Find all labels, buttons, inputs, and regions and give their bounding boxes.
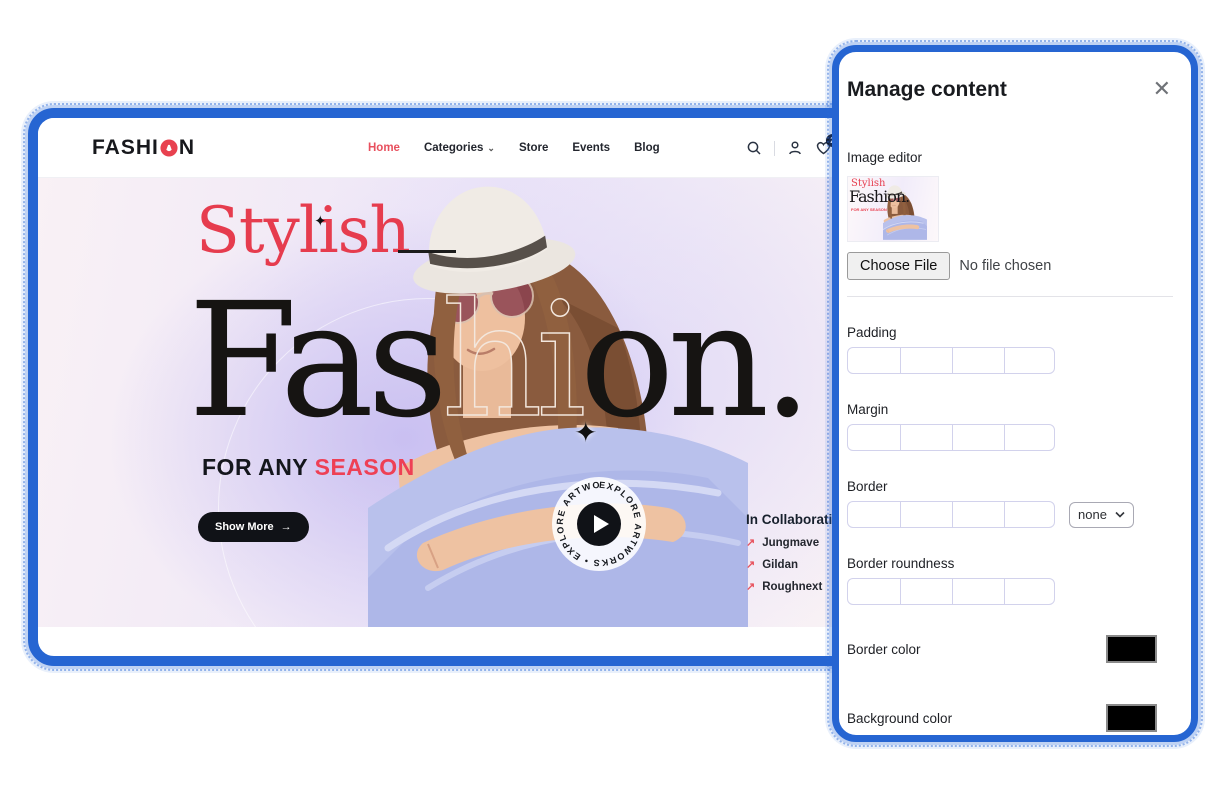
arrow-up-right-icon: ↗ [746, 536, 755, 549]
margin-input-4[interactable] [1004, 425, 1055, 450]
border-input-1[interactable] [848, 502, 900, 527]
border-input-2[interactable] [900, 502, 952, 527]
hero-title-dash [398, 250, 456, 253]
search-icon[interactable] [746, 140, 762, 156]
nav-home[interactable]: Home [368, 142, 400, 154]
logo-text-right: N [179, 136, 195, 160]
padding-input-4[interactable] [1004, 348, 1055, 373]
account-icon[interactable] [787, 140, 803, 156]
page: FASHI N Home Categories ⌄ Store Even [0, 0, 1220, 800]
border-color-row: Border color [847, 635, 1173, 663]
margin-input-1[interactable] [848, 425, 900, 450]
nav-store[interactable]: Store [519, 142, 548, 154]
border-inputs [847, 501, 1055, 528]
arrow-up-right-icon: ↗ [746, 558, 755, 571]
thumb-subtitle: FOR ANY SEASON [851, 207, 887, 212]
background-color-row: Background color [847, 704, 1173, 732]
panel-title: Manage content [847, 78, 1007, 102]
icon-divider [774, 141, 775, 156]
border-label: Border [847, 479, 1173, 494]
hero-subtitle-accent: SEASON [315, 454, 415, 480]
hero-title-main: Fashion. [188, 282, 806, 440]
padding-label: Padding [847, 325, 1173, 340]
no-file-chosen-text: No file chosen [959, 258, 1051, 274]
file-input-row: Choose File No file chosen [847, 252, 1173, 280]
border-roundness-inputs [847, 578, 1055, 605]
image-editor-label: Image editor [847, 150, 1173, 165]
explore-artworks-play-badge[interactable]: EXPLORE ARTWORKS • EXPLORE ARTWORKS • [551, 476, 647, 572]
panel-header: Manage content ✕ [847, 78, 1173, 102]
margin-inputs [847, 424, 1055, 451]
choose-file-button[interactable]: Choose File [847, 252, 950, 280]
background-color-swatch[interactable] [1106, 704, 1157, 732]
show-more-button[interactable]: Show More → [198, 512, 309, 542]
padding-input-2[interactable] [900, 348, 952, 373]
hero-subtitle: FOR ANY SEASON [202, 454, 415, 481]
main-nav: Home Categories ⌄ Store Events Blog [368, 118, 660, 178]
sparkle-icon: ✦ [574, 416, 597, 449]
site-logo[interactable]: FASHI N [92, 136, 195, 160]
hero-title-accent: Stylish [196, 194, 410, 268]
border-style-select[interactable]: none [1069, 502, 1134, 528]
margin-label: Margin [847, 402, 1173, 417]
sparkle-icon: ✦ [314, 212, 327, 230]
manage-content-panel: Manage content ✕ Image editor Stylish Fa… [832, 45, 1198, 742]
image-editor-thumbnail[interactable]: Stylish Fashion. FOR ANY SEASON [847, 176, 939, 242]
border-roundness-input-2[interactable] [900, 579, 952, 604]
arrow-right-icon: → [281, 521, 292, 533]
nav-categories[interactable]: Categories ⌄ [424, 142, 495, 154]
close-icon[interactable]: ✕ [1151, 78, 1173, 100]
panel-divider [847, 296, 1173, 297]
border-row: none [847, 494, 1173, 528]
border-color-swatch[interactable] [1106, 635, 1157, 663]
border-roundness-input-3[interactable] [952, 579, 1004, 604]
background-color-label: Background color [847, 711, 952, 726]
logo-text-left: FASHI [92, 136, 159, 160]
thumb-title-main: Fashion. [849, 187, 909, 206]
nav-events[interactable]: Events [572, 142, 610, 154]
padding-input-3[interactable] [952, 348, 1004, 373]
border-roundness-label: Border roundness [847, 556, 1173, 571]
border-input-3[interactable] [952, 502, 1004, 527]
border-roundness-input-4[interactable] [1004, 579, 1055, 604]
padding-inputs [847, 347, 1055, 374]
border-input-4[interactable] [1004, 502, 1055, 527]
nav-blog[interactable]: Blog [634, 142, 660, 154]
arrow-up-right-icon: ↗ [746, 580, 755, 593]
logo-o-icon [160, 139, 178, 157]
chevron-down-icon: ⌄ [487, 143, 495, 154]
wishlist-icon[interactable]: 2 [815, 140, 832, 156]
padding-input-1[interactable] [848, 348, 900, 373]
border-color-label: Border color [847, 642, 921, 657]
border-roundness-input-1[interactable] [848, 579, 900, 604]
chevron-down-icon [1115, 511, 1125, 518]
margin-input-2[interactable] [900, 425, 952, 450]
margin-input-3[interactable] [952, 425, 1004, 450]
nav-icons: 2 [746, 118, 832, 178]
